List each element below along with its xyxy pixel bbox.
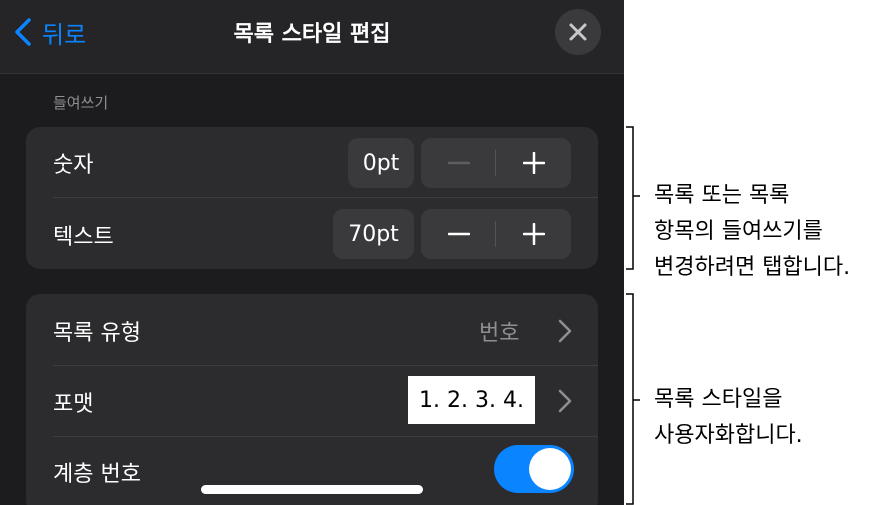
indent-number-stepper (421, 138, 571, 188)
list-type-value: 번호 (479, 321, 520, 346)
callout-line: 목록 또는 목록 (654, 183, 790, 208)
style-callout-text: 목록 스타일을 사용자화합니다. (654, 382, 803, 454)
indent-number-increment-button[interactable] (496, 138, 571, 188)
plus-icon (522, 223, 545, 245)
indent-group: 숫자 0pt 텍스트 70pt (26, 127, 598, 269)
indent-text-decrement-button[interactable] (421, 209, 496, 259)
callout-line: 목록 스타일을 (654, 387, 783, 412)
indent-callout-text: 목록 또는 목록 항목의 들여쓰기를 변경하려면 탭합니다. (654, 178, 850, 286)
navigation-bar: 뒤로 목록 스타일 편집 (0, 0, 624, 74)
indent-text-value[interactable]: 70pt (333, 209, 414, 259)
indent-text-increment-button[interactable] (496, 209, 571, 259)
close-icon (569, 23, 587, 41)
indent-text-stepper (421, 209, 571, 259)
format-label: 포맷 (53, 392, 94, 417)
chevron-right-icon (558, 319, 572, 343)
minus-icon (447, 161, 470, 165)
indent-number-label: 숫자 (53, 153, 94, 178)
home-indicator (201, 485, 423, 494)
style-group: 목록 유형 번호 포맷 1. 2. 3. 4. 계층 번호 (26, 294, 598, 505)
indent-number-row: 숫자 0pt (26, 127, 598, 198)
tiered-numbers-label: 계층 번호 (53, 462, 141, 487)
list-type-row[interactable]: 목록 유형 번호 (26, 294, 598, 365)
style-callout-bracket (626, 293, 640, 505)
callout-line: 항목의 들여쓰기를 (654, 219, 823, 244)
close-button[interactable] (555, 9, 601, 55)
list-type-label: 목록 유형 (53, 321, 141, 346)
indent-number-decrement-button[interactable] (421, 138, 496, 188)
indent-text-row: 텍스트 70pt (26, 198, 598, 269)
format-value: 1. 2. 3. 4. (408, 376, 535, 424)
plus-icon (522, 152, 545, 174)
indent-text-label: 텍스트 (53, 225, 114, 250)
callout-line: 변경하려면 탭합니다. (654, 255, 851, 280)
minus-icon (447, 232, 470, 236)
indent-callout-bracket (626, 126, 640, 270)
page-title: 목록 스타일 편집 (233, 22, 391, 47)
toggle-knob (529, 448, 571, 490)
list-style-panel: 뒤로 목록 스타일 편집 들여쓰기 숫자 0pt 텍스트 70pt 목록 유형 … (0, 0, 624, 505)
callout-line: 사용자화합니다. (654, 423, 803, 448)
tiered-numbers-toggle[interactable] (494, 445, 574, 493)
indent-section-label: 들여쓰기 (53, 94, 109, 112)
chevron-right-icon (558, 389, 572, 413)
indent-number-value[interactable]: 0pt (348, 138, 414, 188)
